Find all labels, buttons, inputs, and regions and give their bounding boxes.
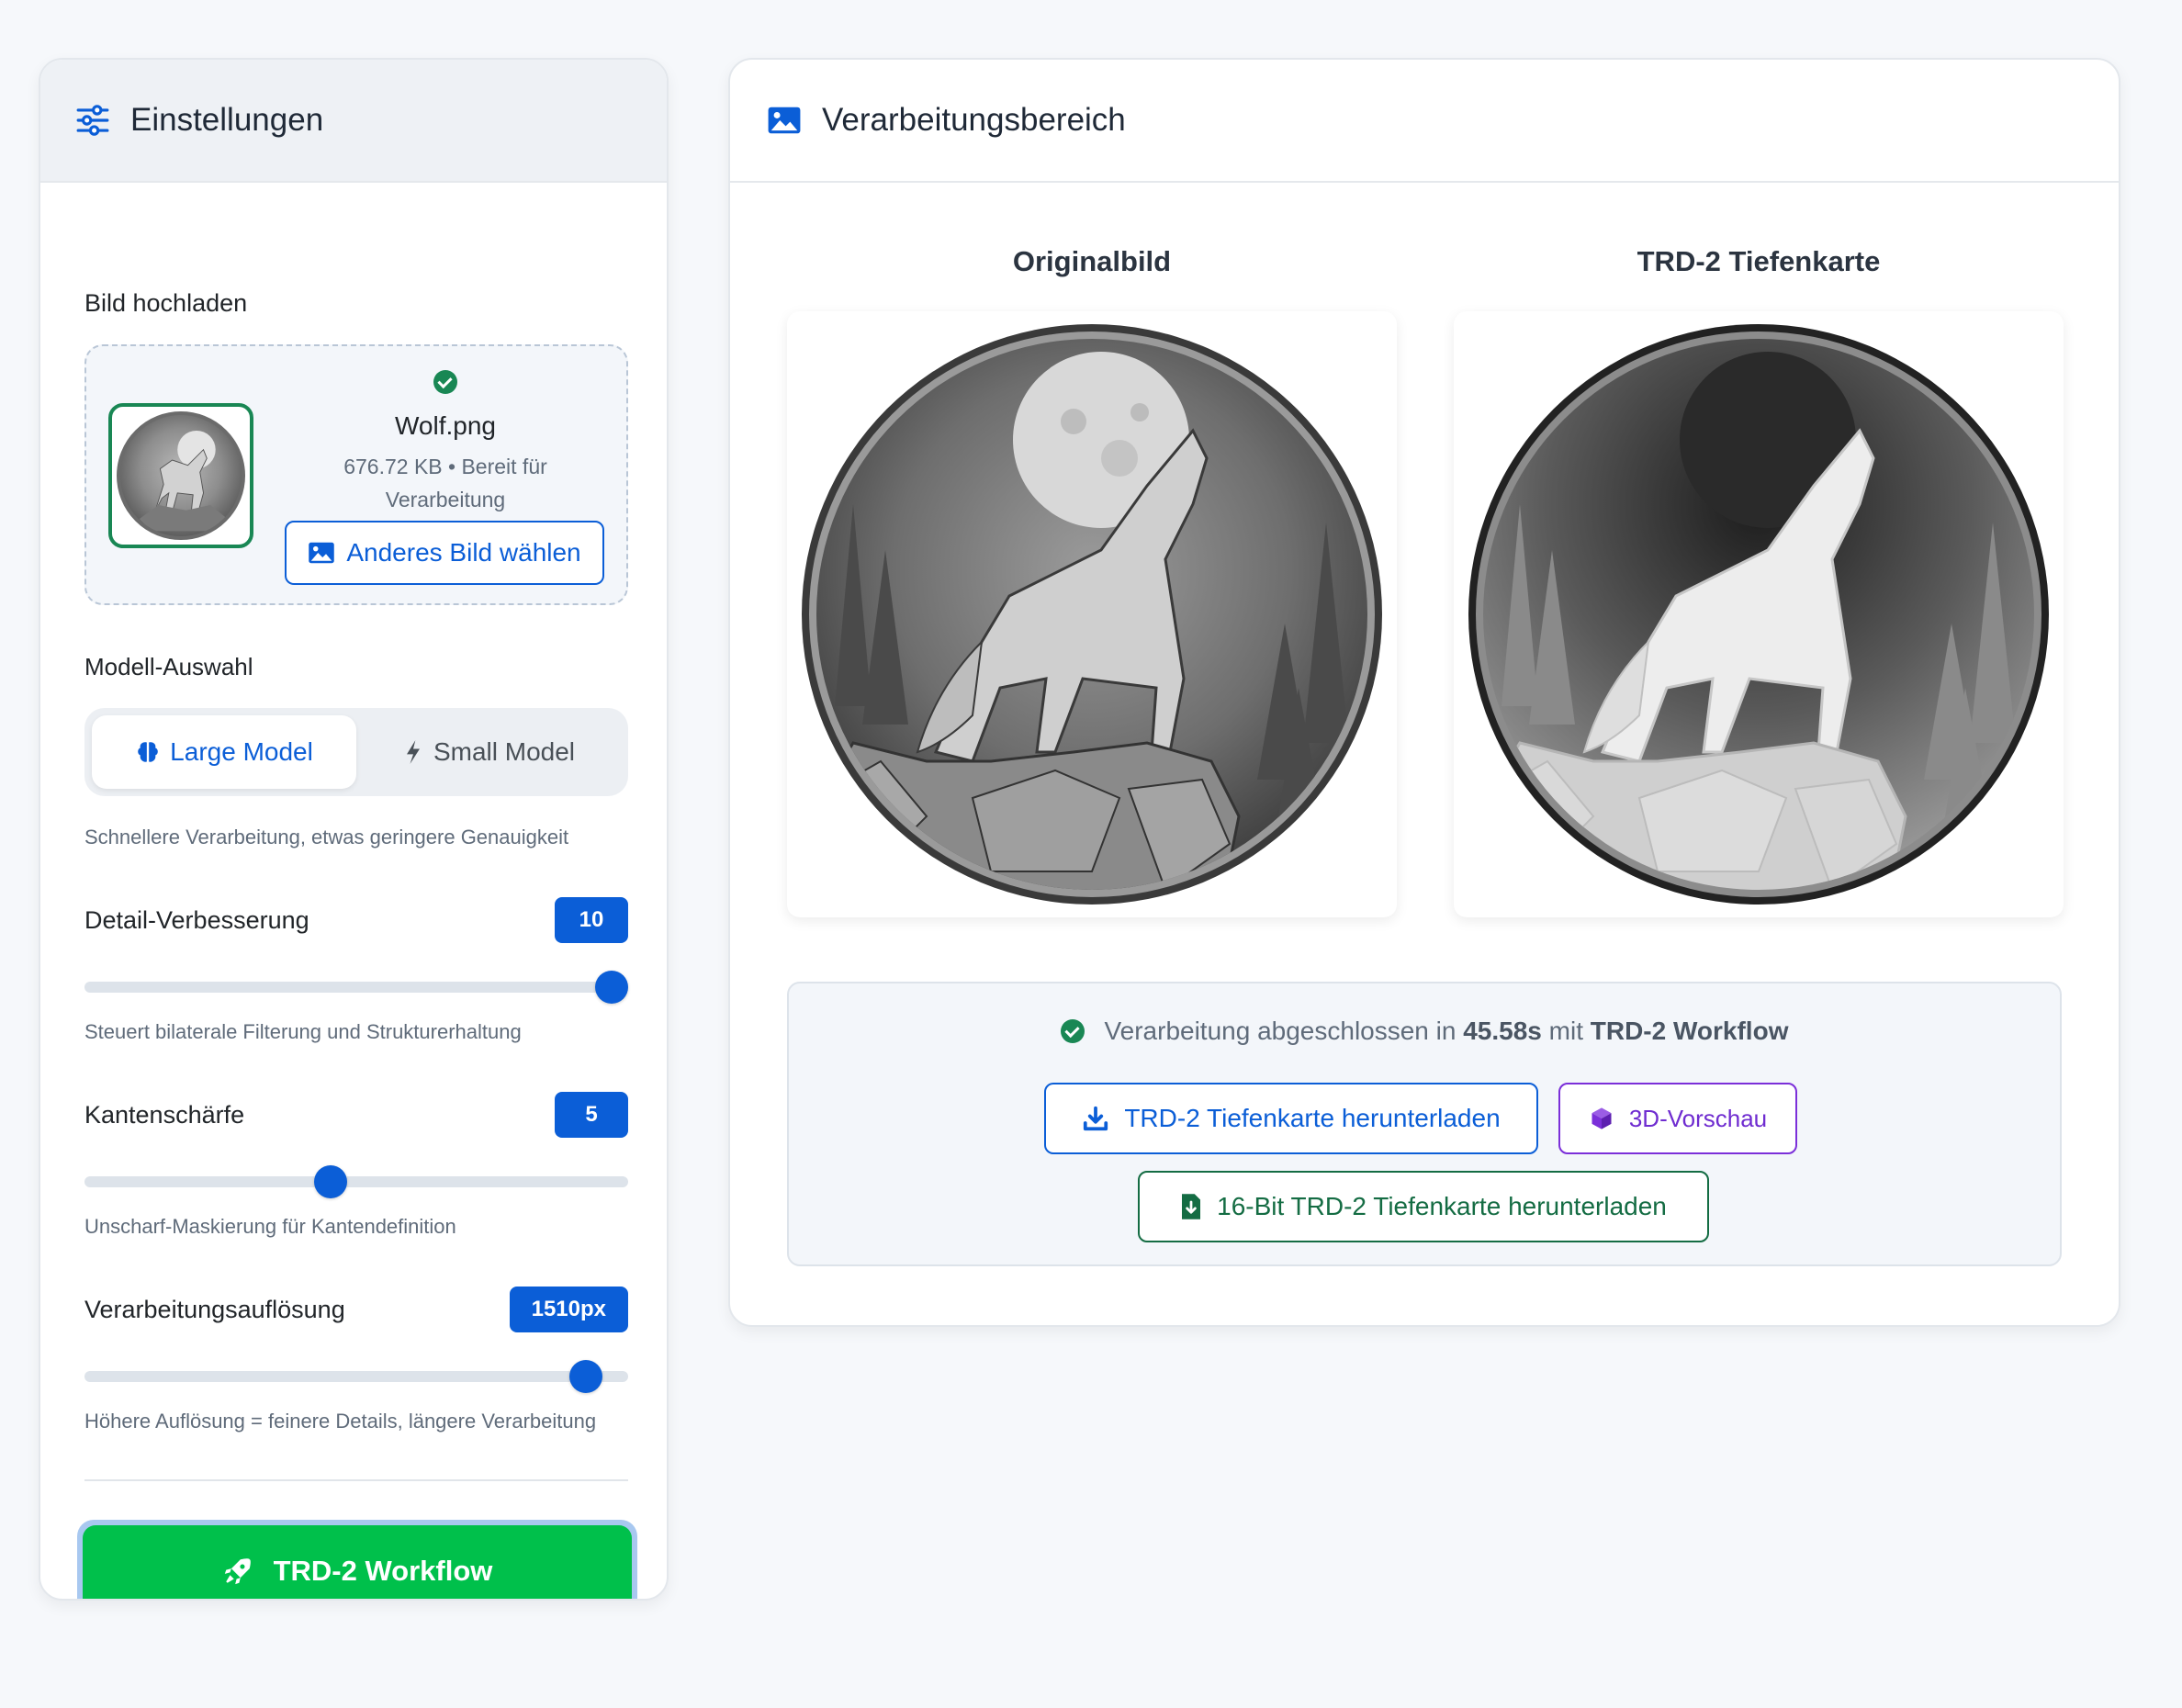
sharpness-slider-knob[interactable]	[314, 1165, 348, 1198]
divider	[84, 1479, 628, 1481]
rocket-icon	[224, 1558, 251, 1585]
detail-slider[interactable]	[84, 971, 628, 1004]
3d-preview-button[interactable]: 3D-Vorschau	[1558, 1083, 1797, 1154]
detail-slider-knob[interactable]	[595, 971, 628, 1004]
lightning-icon	[406, 740, 420, 764]
upload-file-info: Wolf.png 676.72 KB • Bereit für Verarbei…	[285, 370, 606, 516]
sliders-icon	[76, 105, 109, 136]
large-model-label: Large Model	[170, 737, 313, 766]
depth-map-title: TRD-2 Tiefenkarte	[1636, 245, 1881, 277]
download-16bit-label: 16-Bit TRD-2 Tiefenkarte herunterladen	[1217, 1192, 1667, 1220]
sharpness-label: Kantenschärfe	[84, 1101, 245, 1129]
download-icon	[1084, 1106, 1108, 1131]
cube-icon	[1592, 1107, 1612, 1129]
detail-hint: Steuert bilaterale Filterung und Struktu…	[84, 1020, 522, 1043]
original-wolf-coin-image	[802, 324, 1382, 905]
change-image-button[interactable]: Anderes Bild wählen	[285, 521, 604, 585]
check-circle-icon	[433, 370, 457, 394]
download-depth-map-button[interactable]: TRD-2 Tiefenkarte herunterladen	[1044, 1083, 1538, 1154]
upload-dropzone[interactable]: Wolf.png 676.72 KB • Bereit für Verarbei…	[84, 344, 628, 605]
resolution-slider-knob[interactable]	[569, 1360, 603, 1393]
model-label: Modell-Auswahl	[84, 653, 253, 680]
result-status: Verarbeitung abgeschlossen in 45.58s mit…	[789, 1017, 2060, 1046]
image-icon	[309, 542, 335, 564]
sharpness-slider[interactable]	[84, 1165, 628, 1198]
check-circle-icon	[1060, 1019, 1085, 1043]
app-page: Einstellungen Bild hochladen Wolf.png 67…	[0, 0, 2182, 1708]
upload-label: Bild hochladen	[84, 289, 248, 317]
processing-header: Verarbeitungsbereich	[730, 60, 2119, 183]
download-depth-map-label: TRD-2 Tiefenkarte herunterladen	[1124, 1104, 1501, 1132]
file-meta-status: Verarbeitung	[385, 488, 506, 511]
settings-header: Einstellungen	[40, 60, 667, 183]
resolution-label: Verarbeitungsauflösung	[84, 1296, 345, 1323]
settings-title: Einstellungen	[130, 102, 324, 138]
result-status-text: Verarbeitung abgeschlossen in 45.58s mit…	[1105, 1017, 1789, 1046]
processing-title: Verarbeitungsbereich	[822, 102, 1126, 138]
status-time: 45.58s	[1463, 1017, 1542, 1045]
model-selector: Large Model Small Model	[84, 708, 628, 796]
settings-panel: Einstellungen Bild hochladen Wolf.png 67…	[39, 58, 669, 1601]
small-model-label: Small Model	[433, 737, 576, 766]
resolution-value-badge: 1510px	[509, 1287, 628, 1332]
image-thumbnail	[108, 403, 253, 548]
file-meta: 676.72 KB • Bereit für Verarbeitung	[285, 450, 606, 516]
resolution-slider[interactable]	[84, 1360, 628, 1393]
download-16bit-depth-map-button[interactable]: 16-Bit TRD-2 Tiefenkarte herunterladen	[1138, 1171, 1709, 1242]
detail-value-badge: 10	[555, 897, 628, 943]
original-image-title: Originalbild	[1012, 245, 1172, 277]
resolution-hint: Höhere Auflösung = feinere Details, läng…	[84, 1410, 597, 1433]
status-prefix: Verarbeitung abgeschlossen in	[1104, 1017, 1457, 1045]
small-model-button[interactable]: Small Model	[356, 715, 621, 789]
original-image	[787, 311, 1397, 917]
wolf-thumbnail-image	[117, 411, 245, 540]
image-icon	[768, 107, 801, 134]
detail-label: Detail-Verbesserung	[84, 906, 309, 934]
change-image-label: Anderes Bild wählen	[346, 538, 581, 567]
depth-map-wolf-coin-image	[1468, 324, 2049, 905]
file-download-icon	[1182, 1194, 1201, 1219]
brain-icon	[138, 742, 158, 762]
result-panel: Verarbeitung abgeschlossen in 45.58s mit…	[787, 982, 2062, 1266]
file-meta-size-status: 676.72 KB • Bereit für	[343, 455, 547, 478]
run-workflow-button-focus-ring: TRD-2 Workflow	[77, 1520, 637, 1599]
sharpness-hint: Unscharf-Maskierung für Kantendefinition	[84, 1215, 456, 1238]
large-model-button[interactable]: Large Model	[92, 715, 356, 789]
run-workflow-label: TRD-2 Workflow	[273, 1555, 493, 1587]
model-hint: Schnellere Verarbeitung, etwas geringere…	[84, 826, 569, 848]
status-workflow: TRD-2 Workflow	[1590, 1017, 1789, 1045]
file-name: Wolf.png	[395, 411, 496, 440]
status-mid: mit	[1548, 1017, 1583, 1045]
depth-map-image	[1454, 311, 2064, 917]
run-workflow-button[interactable]: TRD-2 Workflow	[83, 1525, 632, 1599]
sharpness-value-badge: 5	[555, 1092, 628, 1138]
processing-panel: Verarbeitungsbereich Originalbild TRD-2 …	[728, 58, 2120, 1327]
3d-preview-label: 3D-Vorschau	[1628, 1104, 1768, 1132]
